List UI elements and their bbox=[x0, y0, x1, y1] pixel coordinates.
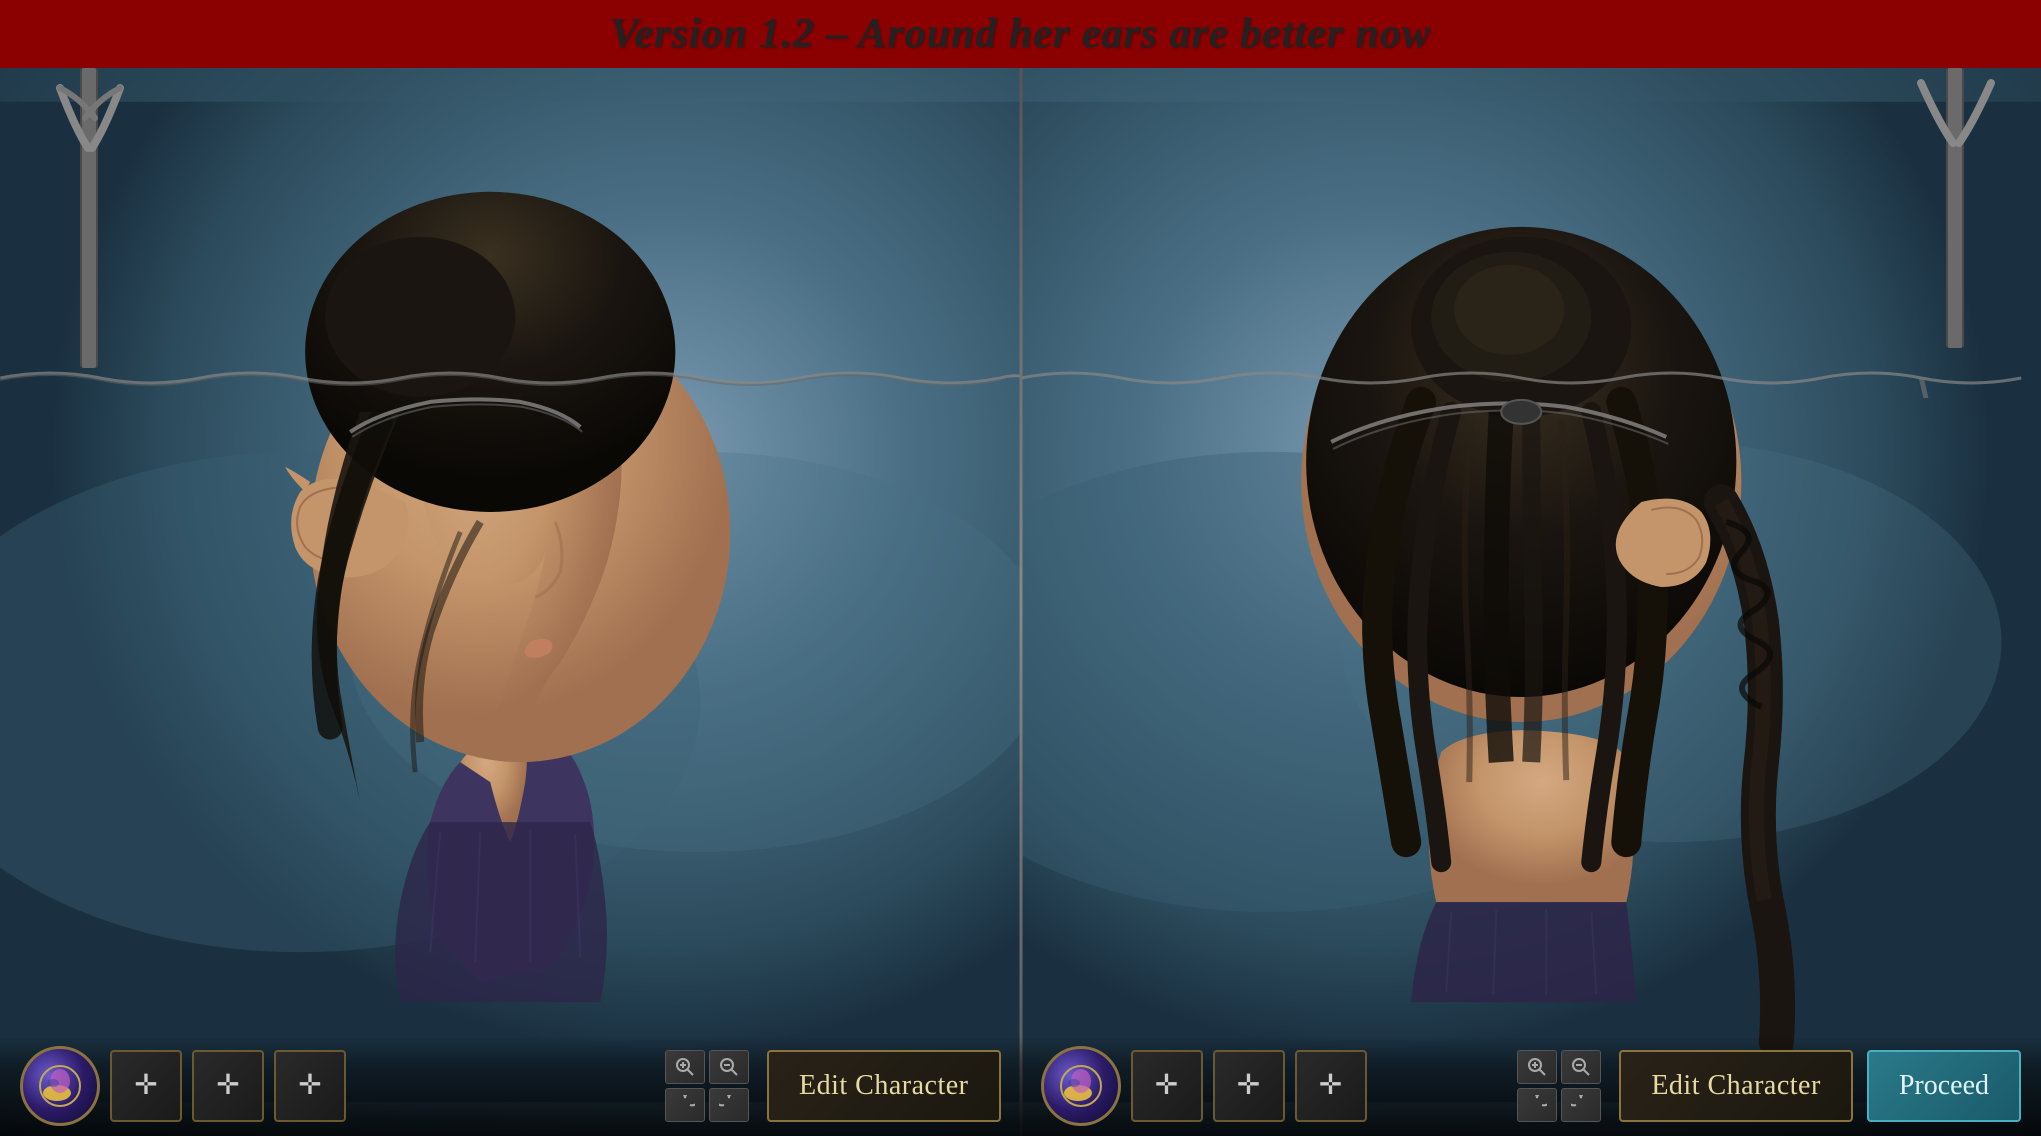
banner-title: Version 1.2 – Around her ears are better… bbox=[610, 10, 1431, 58]
right-cross-icon-2: ✛ bbox=[1237, 1072, 1260, 1100]
rotate-left-icon bbox=[675, 1095, 695, 1115]
right-cam-rotate-left[interactable] bbox=[1517, 1088, 1557, 1122]
left-avatar-button[interactable] bbox=[20, 1046, 100, 1126]
right-hud-bar: ✛ ✛ ✛ bbox=[1021, 1036, 2041, 1136]
magnify-plus-icon bbox=[675, 1057, 695, 1077]
right-cam-zoom-in[interactable] bbox=[1517, 1050, 1557, 1084]
action-button-1[interactable]: ✛ bbox=[110, 1050, 182, 1122]
left-camera-controls bbox=[665, 1050, 749, 1122]
avatar-moon-icon bbox=[35, 1061, 85, 1111]
cross-icon-1: ✛ bbox=[134, 1072, 157, 1100]
left-cam-rotate-left[interactable] bbox=[665, 1088, 705, 1122]
action-button-3[interactable]: ✛ bbox=[274, 1050, 346, 1122]
right-edit-character-button[interactable]: Edit Character bbox=[1619, 1050, 1852, 1122]
right-magnify-icon bbox=[1571, 1057, 1591, 1077]
rotate-right-icon bbox=[719, 1095, 739, 1115]
character-portrait-left bbox=[0, 68, 1021, 1136]
right-magnify-plus-icon bbox=[1527, 1057, 1547, 1077]
left-edit-character-button[interactable]: Edit Character bbox=[767, 1050, 1000, 1122]
cross-icon-2: ✛ bbox=[216, 1072, 239, 1100]
panel-divider bbox=[1019, 68, 1022, 1136]
left-cam-zoom-in[interactable] bbox=[665, 1050, 705, 1084]
right-rotate-left-icon bbox=[1527, 1095, 1547, 1115]
right-avatar-button[interactable] bbox=[1041, 1046, 1121, 1126]
right-cam-row-bottom bbox=[1517, 1088, 1601, 1122]
left-cam-zoom-out[interactable] bbox=[709, 1050, 749, 1084]
chain-decoration-left bbox=[0, 358, 1021, 398]
right-camera-controls bbox=[1517, 1050, 1601, 1122]
right-action-button-1[interactable]: ✛ bbox=[1131, 1050, 1203, 1122]
right-cam-zoom-out[interactable] bbox=[1561, 1050, 1601, 1084]
action-button-2[interactable]: ✛ bbox=[192, 1050, 264, 1122]
right-avatar-moon-icon bbox=[1056, 1061, 1106, 1111]
weapon-staff-right bbox=[1901, 68, 2011, 348]
left-hud-bar: ✛ ✛ ✛ bbox=[0, 1036, 1021, 1136]
left-cam-row-top bbox=[665, 1050, 749, 1084]
right-panel: ✛ ✛ ✛ bbox=[1021, 68, 2041, 1136]
right-cross-icon-3: ✛ bbox=[1319, 1072, 1342, 1100]
right-action-button-2[interactable]: ✛ bbox=[1213, 1050, 1285, 1122]
weapon-staff-left bbox=[30, 68, 150, 368]
right-cam-row-top bbox=[1517, 1050, 1601, 1084]
left-panel: ✛ ✛ ✛ bbox=[0, 68, 1021, 1136]
right-cross-icon-1: ✛ bbox=[1155, 1072, 1178, 1100]
proceed-button[interactable]: Proceed bbox=[1867, 1050, 2021, 1122]
cross-icon-3: ✛ bbox=[298, 1072, 321, 1100]
left-cam-row-bottom bbox=[665, 1088, 749, 1122]
right-action-button-3[interactable]: ✛ bbox=[1295, 1050, 1367, 1122]
character-portrait-right bbox=[1021, 68, 2041, 1136]
chain-decoration-right bbox=[1021, 358, 2041, 398]
version-banner: Version 1.2 – Around her ears are better… bbox=[0, 0, 2041, 68]
magnify-icon bbox=[719, 1057, 739, 1077]
right-cam-rotate-right[interactable] bbox=[1561, 1088, 1601, 1122]
left-cam-rotate-right[interactable] bbox=[709, 1088, 749, 1122]
right-rotate-right-icon bbox=[1571, 1095, 1591, 1115]
